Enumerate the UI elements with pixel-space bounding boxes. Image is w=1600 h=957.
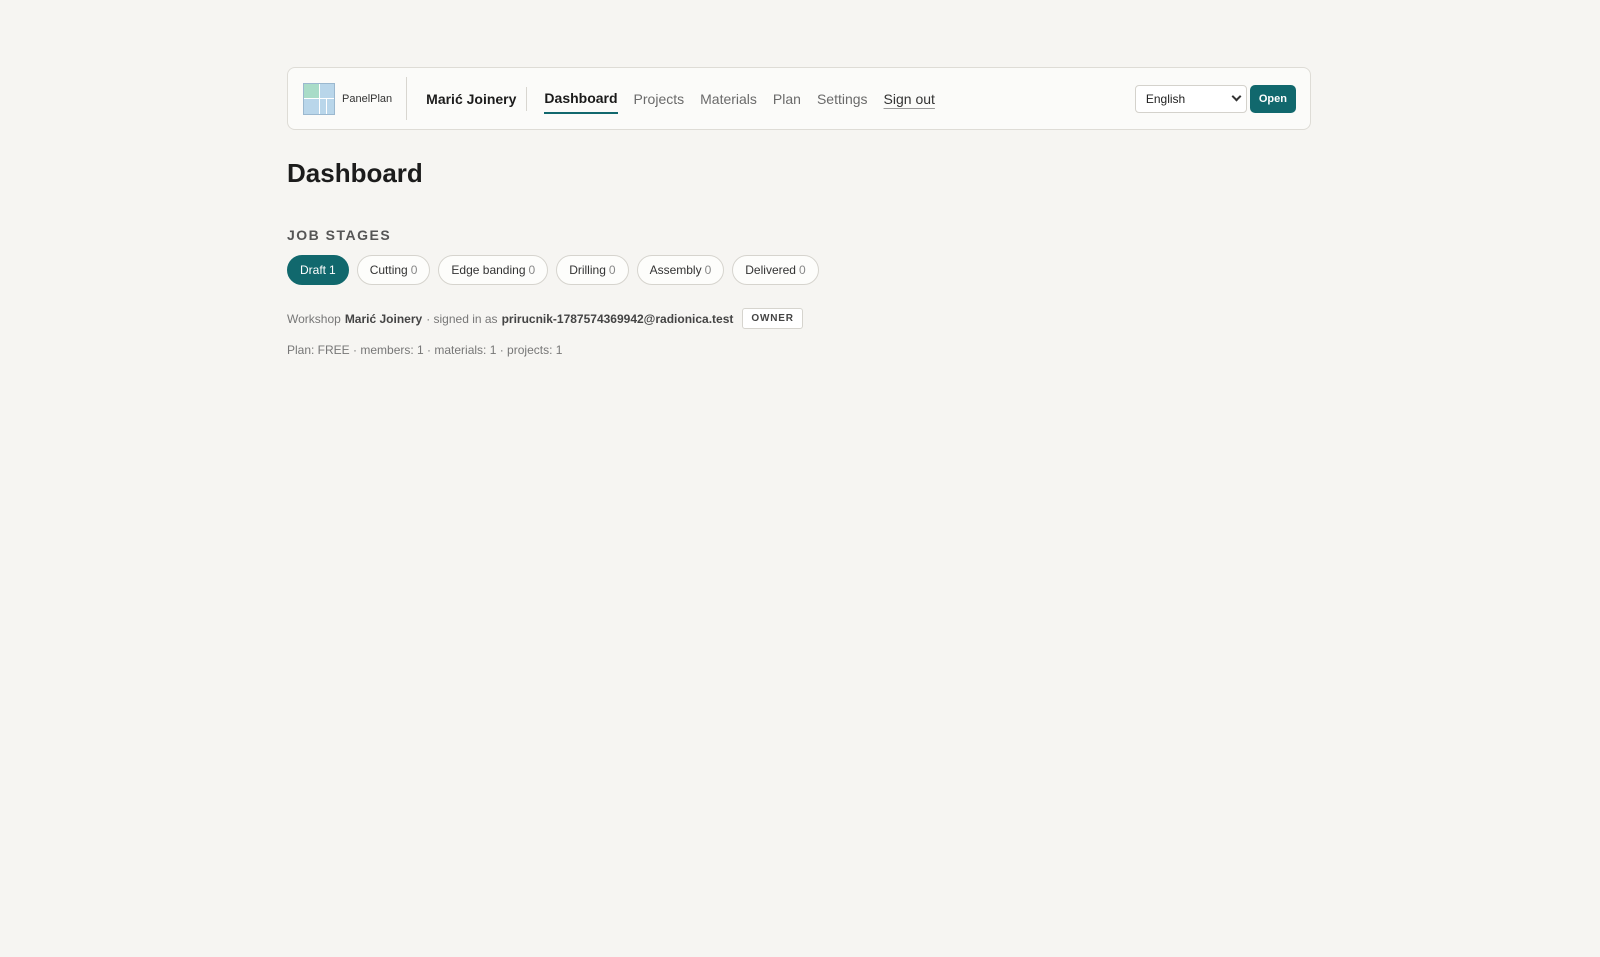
nav-settings[interactable]: Settings	[817, 85, 868, 113]
signed-in-text: · signed in as	[426, 311, 498, 326]
sign-out-link[interactable]: Sign out	[884, 85, 935, 113]
job-stages-heading: JOB STAGES	[287, 227, 392, 243]
language-selected-value: English	[1145, 91, 1186, 106]
brand-name: PanelPlan	[342, 92, 393, 105]
nav-dashboard[interactable]: Dashboard	[544, 84, 618, 114]
plan-summary: Plan: FREE · members: 1 · materials: 1 ·…	[287, 343, 563, 357]
role-badge: OWNER	[742, 308, 803, 329]
main-nav: Dashboard Projects Materials Plan Settin…	[544, 84, 935, 114]
language-select[interactable]: English	[1134, 84, 1247, 113]
stage-count: 0	[410, 263, 418, 277]
workshop-name: Marić Joinery	[407, 86, 528, 111]
stage-count: 0	[528, 263, 536, 277]
stage-pill-draft[interactable]: Draft 1	[287, 255, 349, 285]
brand[interactable]: PanelPlan	[303, 77, 408, 120]
chevron-down-icon	[1231, 91, 1242, 102]
nav-projects[interactable]: Projects	[634, 85, 685, 113]
nav-plan[interactable]: Plan	[773, 85, 801, 113]
stage-pill-assembly[interactable]: Assembly 0	[636, 255, 725, 285]
stage-pill-delivered[interactable]: Delivered 0	[732, 255, 819, 285]
app-container: PanelPlan Marić Joinery Dashboard Projec…	[287, 67, 1311, 357]
page-title: Dashboard	[287, 158, 423, 188]
workshop-name-meta: Marić Joinery	[344, 311, 423, 326]
top-navigation-bar: PanelPlan Marić Joinery Dashboard Projec…	[287, 67, 1311, 130]
stage-count: 0	[704, 263, 712, 277]
stage-pill-edge-banding[interactable]: Edge banding 0	[438, 255, 549, 285]
workshop-prefix: Workshop	[287, 311, 341, 326]
stage-pill-cutting[interactable]: Cutting 0	[356, 255, 431, 285]
open-button[interactable]: Open	[1249, 84, 1296, 113]
session-info: Workshop Marić Joinery · signed in as pr…	[287, 308, 1311, 329]
stage-pill-drilling[interactable]: Drilling 0	[556, 255, 629, 285]
job-stages-list: Draft 1 Cutting 0 Edge banding 0 Drilling 0 …	[287, 255, 1311, 285]
stage-count: 0	[798, 263, 806, 277]
stage-count: 0	[608, 263, 616, 277]
stage-count: 1	[329, 263, 336, 277]
nav-materials[interactable]: Materials	[700, 85, 757, 113]
panelplan-logo-icon	[303, 82, 335, 115]
user-email: prirucnik-1787574369942@radionica.test	[501, 311, 734, 326]
